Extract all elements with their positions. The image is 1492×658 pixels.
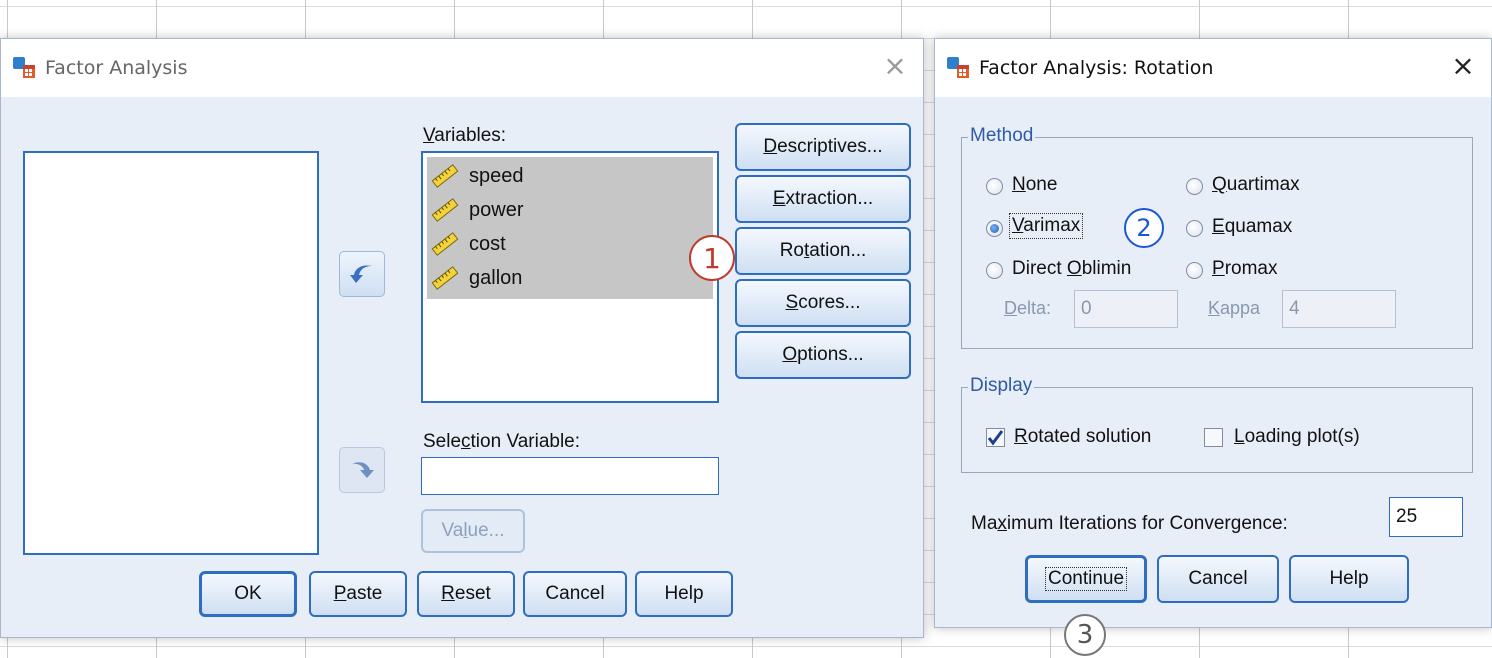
dialog-title: Factor Analysis: Rotation (979, 57, 1214, 79)
value-button[interactable]: Va l ue... (421, 509, 525, 553)
quartimax-radio[interactable] (1186, 178, 1203, 195)
ruler-icon (431, 266, 459, 290)
max-iterations-label: Maximum Iterations for Convergence: (971, 513, 1288, 534)
loading-plots-checkbox[interactable] (1204, 428, 1223, 447)
variables-label: Variables: (423, 125, 507, 146)
extraction-button[interactable]: Extraction... (735, 175, 911, 223)
none-radio[interactable] (986, 178, 1003, 195)
method-legend: Method (968, 125, 1036, 147)
rotation-titlebar: Factor Analysis: Rotation × (935, 39, 1491, 97)
arrow-right-icon (352, 462, 374, 478)
equamax-radio[interactable] (1186, 220, 1203, 237)
descriptives-button[interactable]: Descriptives... (735, 123, 911, 171)
direct-oblimin-radio[interactable] (986, 262, 1003, 279)
kappa-input[interactable]: 4 (1282, 290, 1396, 328)
continue-button[interactable]: Continue (1025, 555, 1147, 603)
source-variable-list[interactable] (23, 151, 319, 555)
none-radio-label[interactable]: None (1012, 174, 1057, 196)
equamax-radio-label[interactable]: Equamax (1212, 216, 1292, 238)
scores-button[interactable]: Scores... (735, 279, 911, 327)
variables-list[interactable]: speed power cost gallon (421, 151, 719, 403)
close-icon[interactable]: × (881, 52, 909, 81)
rotation-button[interactable]: Ro t ation... (735, 227, 911, 275)
ruler-icon (431, 198, 459, 222)
options-button[interactable]: Options... (735, 331, 911, 379)
list-item-variable[interactable]: power (431, 193, 523, 227)
help-button[interactable]: Help (635, 571, 733, 617)
dialog-title: Factor Analysis (45, 57, 188, 79)
step-1-annotation: 1 (689, 235, 735, 281)
move-selection-variable-button[interactable] (339, 447, 385, 493)
direct-oblimin-radio-label[interactable]: Direct Oblimin (1012, 258, 1131, 280)
quartimax-radio-label[interactable]: Quartimax (1212, 174, 1300, 196)
spss-dialog-icon (947, 57, 969, 78)
delta-label: Delta: (1004, 298, 1052, 318)
display-legend: Display (968, 375, 1035, 397)
list-item-variable[interactable]: cost (431, 227, 506, 261)
kappa-label: Kappa (1208, 298, 1261, 318)
factor-analysis-titlebar: Factor Analysis × (1, 39, 923, 97)
ok-button[interactable]: OK (199, 571, 297, 617)
reset-button[interactable]: Reset (417, 571, 515, 617)
selection-variable-label: Selection Variable: (423, 431, 581, 452)
loading-plots-label[interactable]: Loading plot(s) (1234, 426, 1360, 448)
step-2-annotation: 2 (1124, 208, 1164, 248)
promax-radio-label[interactable]: Promax (1212, 258, 1277, 280)
method-group: Method None Quartimax Varimax Equamax Di… (961, 125, 1473, 349)
selection-variable-field[interactable] (421, 457, 719, 495)
continue-button-label: Continue (1044, 567, 1128, 591)
checkmark-icon (987, 430, 1004, 446)
max-iterations-input[interactable]: 25 (1389, 497, 1463, 537)
cancel-button[interactable]: Cancel (523, 571, 627, 617)
delta-input[interactable]: 0 (1074, 290, 1178, 328)
help-button[interactable]: Help (1289, 555, 1409, 603)
arrow-left-icon (350, 265, 372, 283)
spss-dialog-icon (13, 57, 35, 78)
rotated-solution-label[interactable]: Rotated solution (1014, 426, 1151, 448)
rotation-dialog: Factor Analysis: Rotation × Method None … (934, 38, 1492, 628)
ruler-icon (431, 164, 459, 188)
step-3-annotation: 3 (1064, 614, 1106, 656)
cancel-button[interactable]: Cancel (1157, 555, 1279, 603)
paste-button[interactable]: Paste (309, 571, 407, 617)
rotated-solution-checkbox[interactable] (986, 428, 1005, 447)
varimax-radio[interactable] (986, 220, 1003, 237)
varimax-radio-label[interactable]: Varimax (1008, 213, 1084, 239)
move-variable-button[interactable] (339, 251, 385, 297)
close-icon[interactable]: × (1449, 52, 1477, 81)
ruler-icon (431, 232, 459, 256)
factor-analysis-dialog: Factor Analysis × Variables: speed power… (0, 38, 924, 638)
list-item-variable[interactable]: gallon (431, 261, 522, 295)
display-group: Display Rotated solution Loading plot(s) (961, 375, 1473, 473)
list-item-variable[interactable]: speed (431, 159, 524, 193)
promax-radio[interactable] (1186, 262, 1203, 279)
